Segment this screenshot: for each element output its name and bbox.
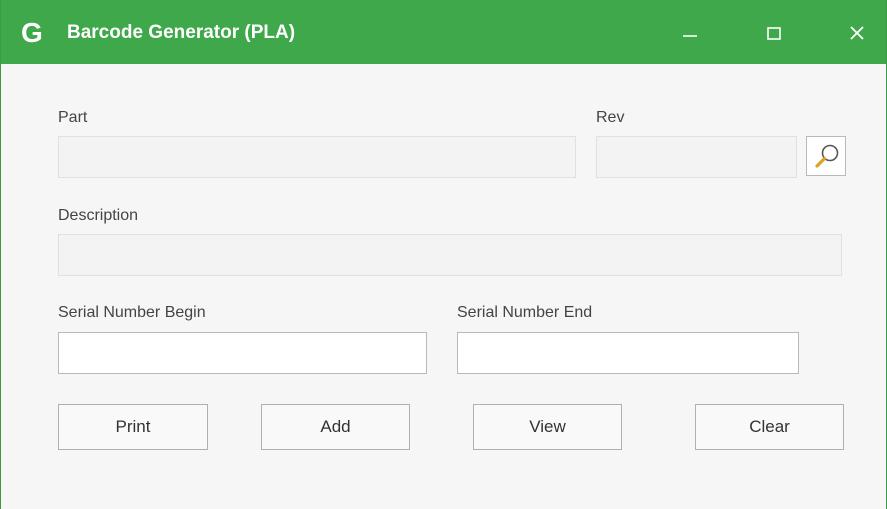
serial-begin-input[interactable]	[58, 332, 427, 374]
maximize-button[interactable]	[757, 16, 791, 50]
add-button[interactable]: Add	[261, 404, 410, 450]
part-lookup-button[interactable]	[806, 136, 846, 176]
minimize-button[interactable]	[673, 16, 707, 50]
title-bar[interactable]: G Barcode Generator (PLA)	[1, 0, 886, 64]
rev-label: Rev	[596, 109, 625, 126]
print-button[interactable]: Print	[58, 404, 208, 450]
close-icon	[850, 26, 864, 40]
description-label: Description	[58, 207, 139, 224]
view-button[interactable]: View	[473, 404, 622, 450]
serial-end-input[interactable]	[457, 332, 799, 374]
window-title: Barcode Generator (PLA)	[67, 22, 296, 43]
clear-button[interactable]: Clear	[695, 404, 844, 450]
part-label: Part	[58, 109, 88, 126]
serial-begin-label: Serial Number Begin	[58, 304, 206, 321]
app-logo: G	[21, 17, 43, 48]
maximize-icon	[767, 27, 781, 40]
description-field[interactable]	[58, 234, 842, 276]
serial-end-label: Serial Number End	[457, 304, 593, 321]
barcode-generator-window: G Barcode Generator (PLA) Part Rev Descr…	[0, 0, 887, 509]
search-icon	[815, 144, 839, 168]
minimize-icon	[683, 35, 697, 37]
part-field[interactable]	[58, 136, 576, 178]
close-button[interactable]	[840, 16, 874, 50]
rev-field[interactable]	[596, 136, 797, 178]
